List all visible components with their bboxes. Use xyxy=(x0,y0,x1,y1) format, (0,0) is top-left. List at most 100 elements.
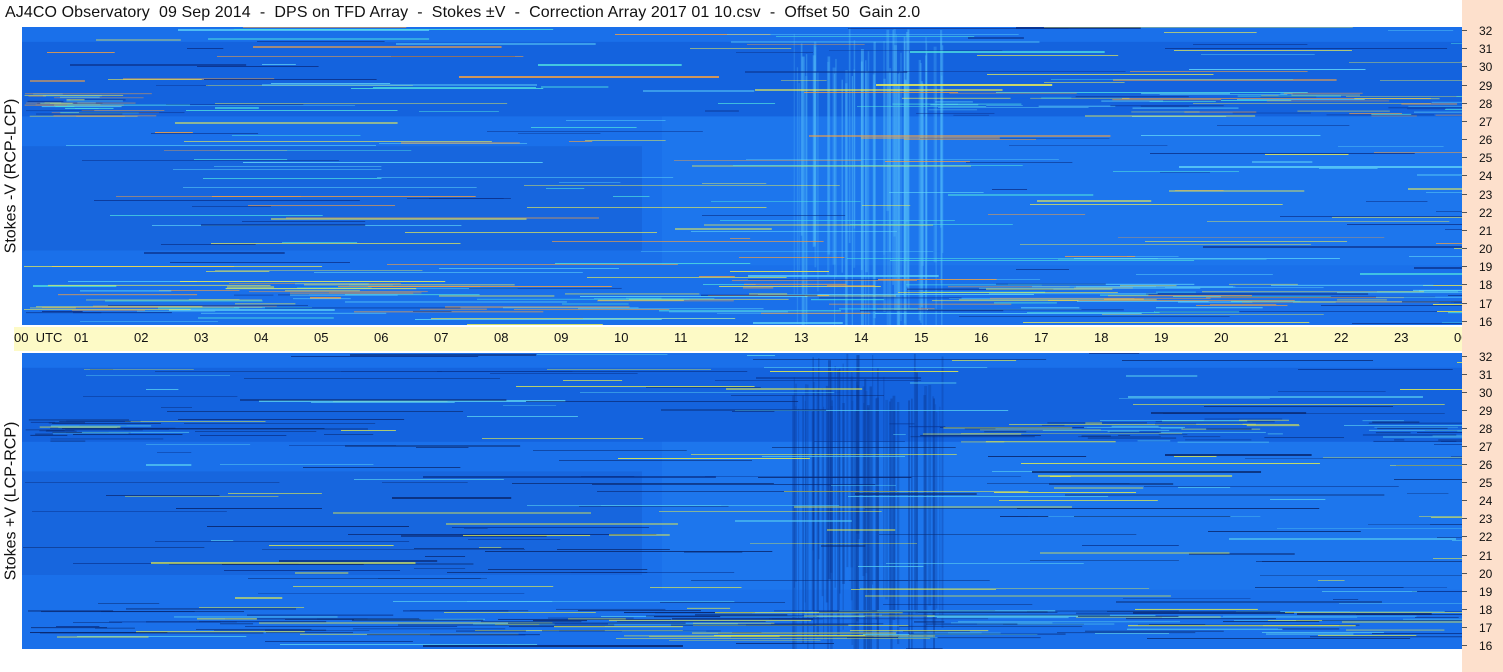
spectrogram-texture xyxy=(943,427,1073,429)
spectrogram-texture xyxy=(1141,93,1230,95)
spectrogram-texture xyxy=(660,602,786,603)
spectrogram-texture xyxy=(257,41,385,42)
spectrogram-texture xyxy=(821,545,866,547)
spectrogram-texture xyxy=(883,604,1033,605)
spectrogram-texture xyxy=(56,626,100,627)
spectrogram-texture xyxy=(1078,436,1161,438)
spectrogram-texture xyxy=(338,286,481,288)
spectrogram-texture xyxy=(1041,97,1072,99)
spectrogram-texture xyxy=(994,302,1057,304)
freq-tick-label: 28 xyxy=(1479,96,1493,111)
spectrogram-texture xyxy=(814,441,905,442)
spectrogram-texture xyxy=(1040,552,1230,554)
spectrogram-texture xyxy=(825,385,829,603)
spectrogram-texture xyxy=(692,632,897,634)
spectrogram-texture xyxy=(829,303,1012,305)
spectrogram-texture xyxy=(262,84,537,86)
spectrogram-texture xyxy=(211,540,234,541)
spectrogram-texture xyxy=(429,198,504,199)
spectrogram-texture xyxy=(1322,591,1418,592)
spectrogram-texture xyxy=(1146,293,1369,295)
spectrogram-texture xyxy=(829,50,1003,51)
spectrogram-texture xyxy=(194,159,288,160)
spectrogram-texture xyxy=(1442,322,1462,323)
freq-tick xyxy=(1462,590,1467,592)
spectrogram-texture xyxy=(84,369,194,370)
spectrogram-texture xyxy=(839,308,918,310)
spectrogram-texture xyxy=(1375,432,1411,434)
freq-tick-label: 32 xyxy=(1479,24,1493,38)
time-label: 17 xyxy=(1034,330,1049,345)
spectrogram-top[interactable] xyxy=(22,27,1462,325)
spectrogram-texture xyxy=(846,353,849,568)
spectrogram-texture xyxy=(41,106,122,108)
top-ylabel-text: Stokes -V (RCP-LCP) xyxy=(2,98,20,254)
spectrogram-texture xyxy=(1414,111,1462,113)
spectrogram-texture xyxy=(197,618,257,620)
spectrogram-texture xyxy=(24,266,323,267)
spectrogram-texture xyxy=(83,396,238,397)
spectrogram-texture xyxy=(769,618,989,620)
spectrogram-texture xyxy=(865,70,868,273)
spectrogram-texture xyxy=(1021,307,1080,309)
spectrogram-texture xyxy=(1037,200,1152,202)
freq-tick-label: 22 xyxy=(1479,205,1493,220)
spectrogram-texture xyxy=(1054,487,1144,489)
spectrogram-texture xyxy=(585,140,666,141)
spectrogram-texture xyxy=(720,220,955,221)
spectrogram-texture xyxy=(1352,323,1462,324)
spectrogram-texture xyxy=(879,534,1137,535)
spectrogram-texture xyxy=(1109,431,1162,433)
spectrogram-texture xyxy=(1408,188,1462,190)
spectrogram-texture xyxy=(691,231,897,232)
spectrogram-texture xyxy=(1041,424,1065,426)
freq-tick xyxy=(1462,248,1467,250)
spectrogram-texture xyxy=(1277,528,1462,529)
spectrogram-texture xyxy=(952,360,1017,361)
freq-tick xyxy=(1462,175,1467,177)
spectrogram-texture xyxy=(851,76,853,325)
spectrogram-texture xyxy=(1346,629,1445,631)
spectrogram-texture xyxy=(170,262,350,263)
spectrogram-texture xyxy=(691,454,957,455)
spectrogram-texture xyxy=(36,306,203,308)
spectrogram-texture xyxy=(924,386,928,638)
spectrogram-texture xyxy=(291,356,479,357)
spectrogram-texture xyxy=(1095,633,1170,634)
freq-tick xyxy=(1462,464,1467,466)
time-label: 11 xyxy=(674,330,688,345)
spectrogram-texture xyxy=(86,375,231,376)
time-label: 14 xyxy=(854,330,869,345)
spectrogram-texture xyxy=(933,46,937,263)
spectrogram-texture xyxy=(1023,322,1310,323)
freq-tick-label: 18 xyxy=(1479,278,1493,293)
spectrogram-texture xyxy=(1283,92,1363,94)
spectrogram-texture xyxy=(1278,391,1386,392)
spectrogram-texture xyxy=(66,145,377,146)
spectrogram-texture xyxy=(1133,404,1445,405)
spectrogram-texture xyxy=(821,388,824,597)
spectrogram-texture xyxy=(446,523,678,525)
spectrogram-texture xyxy=(1426,192,1462,193)
spectrogram-texture xyxy=(684,551,743,553)
spectrogram-texture xyxy=(847,637,1041,639)
spectrogram-texture xyxy=(746,159,1059,160)
time-label: 15 xyxy=(914,330,929,345)
spectrogram-texture xyxy=(695,614,788,616)
freq-tick xyxy=(1462,446,1467,448)
spectrogram-texture xyxy=(1051,79,1294,80)
spectrogram-texture xyxy=(516,386,755,387)
spectrogram-texture xyxy=(860,588,1150,589)
time-label: 10 xyxy=(614,330,629,345)
spectrogram-texture xyxy=(184,141,492,142)
spectrogram-texture xyxy=(562,303,629,305)
spectrogram-texture xyxy=(198,317,334,319)
spectrogram-texture xyxy=(1223,621,1320,623)
spectrogram-texture xyxy=(1032,471,1262,473)
spectrogram-bottom[interactable] xyxy=(22,353,1462,649)
spectrogram-texture xyxy=(1377,427,1448,429)
spectrogram-texture xyxy=(66,420,141,422)
spectrogram-texture xyxy=(714,635,866,637)
spectrogram-texture xyxy=(1374,152,1462,153)
spectrogram-texture xyxy=(199,607,305,608)
